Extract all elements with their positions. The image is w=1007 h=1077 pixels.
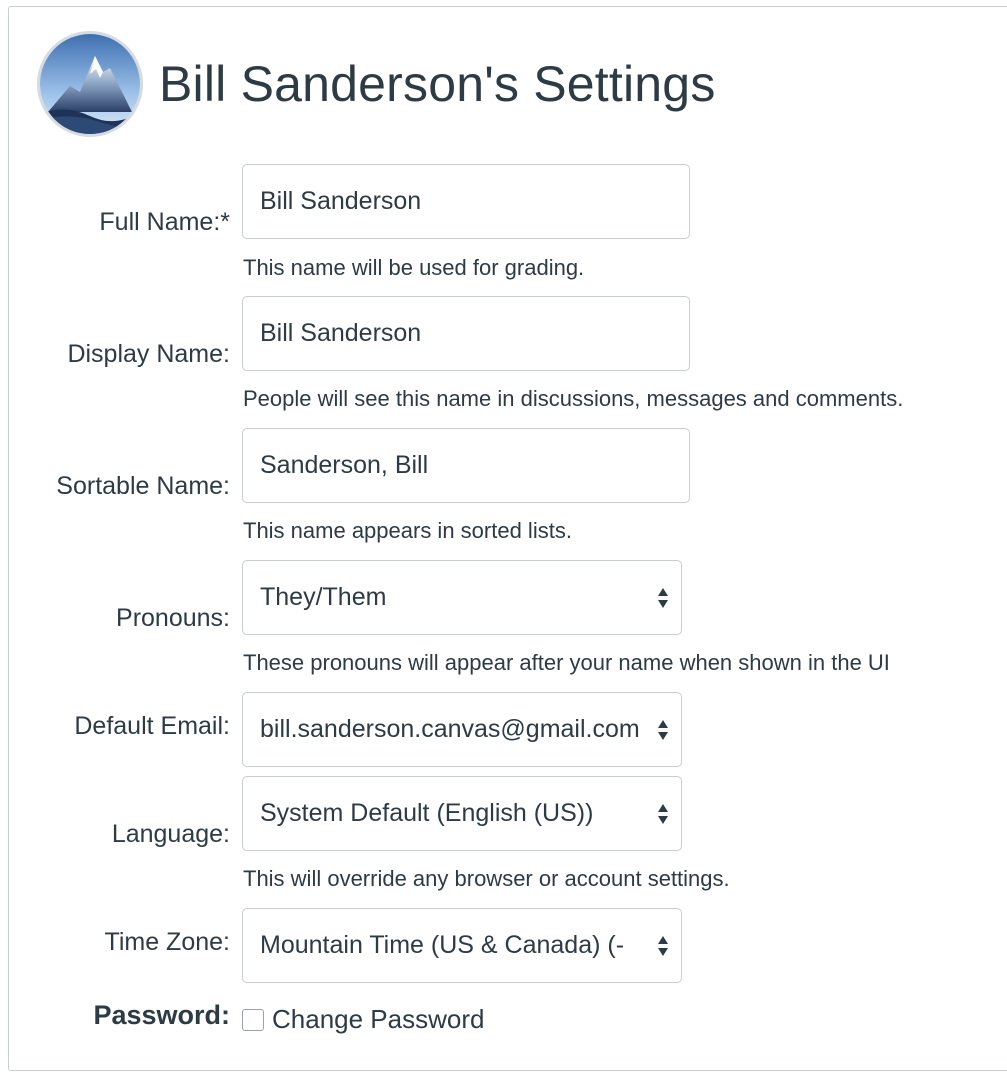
page-title: Bill Sanderson's Settings [159, 56, 716, 112]
sortable-name-field[interactable]: Sanderson, Bill [242, 428, 690, 503]
default-email-select[interactable]: bill.sanderson.canvas@gmail.com [242, 692, 682, 767]
display-name-label: Display Name: [67, 340, 230, 368]
pronouns-label: Pronouns: [116, 604, 230, 632]
language-selected: System Default (English (US)) [260, 799, 594, 827]
display-name-field[interactable]: Bill Sanderson [242, 296, 690, 371]
sortable-name-label: Sortable Name: [56, 472, 230, 500]
time-zone-select[interactable]: Mountain Time (US & Canada) (- [242, 908, 682, 983]
time-zone-label: Time Zone: [104, 928, 230, 956]
full-name-value: Bill Sanderson [260, 187, 422, 215]
chevron-up-down-icon [657, 802, 669, 826]
chevron-up-down-icon [657, 586, 669, 610]
language-label: Language: [111, 820, 230, 848]
default-email-selected: bill.sanderson.canvas@gmail.com [260, 715, 640, 743]
sortable-name-value: Sanderson, Bill [260, 451, 429, 479]
password-label: Password: [93, 1000, 230, 1030]
avatar[interactable] [37, 31, 143, 137]
mountain-avatar-icon [40, 34, 140, 134]
pronouns-select[interactable]: They/Them [242, 560, 682, 635]
change-password-checkbox[interactable] [242, 1008, 264, 1031]
language-hint: This will override any browser or accoun… [243, 866, 730, 891]
change-password-toggle[interactable]: Change Password [242, 1004, 484, 1035]
change-password-label[interactable]: Change Password [272, 1004, 484, 1035]
full-name-hint: This name will be used for grading. [243, 255, 585, 280]
chevron-up-down-icon [657, 934, 669, 958]
display-name-hint: People will see this name in discussions… [243, 386, 904, 411]
default-email-label: Default Email: [74, 712, 230, 740]
pronouns-selected: They/Them [260, 583, 387, 611]
language-select[interactable]: System Default (English (US)) [242, 776, 682, 851]
display-name-value: Bill Sanderson [260, 319, 422, 347]
chevron-up-down-icon [657, 718, 669, 742]
time-zone-selected: Mountain Time (US & Canada) (- [260, 931, 625, 959]
full-name-field[interactable]: Bill Sanderson [242, 164, 690, 239]
sortable-name-hint: This name appears in sorted lists. [243, 518, 572, 543]
pronouns-hint: These pronouns will appear after your na… [243, 650, 890, 675]
full-name-label: Full Name:* [99, 208, 230, 236]
page-header: Bill Sanderson's Settings [37, 30, 716, 138]
